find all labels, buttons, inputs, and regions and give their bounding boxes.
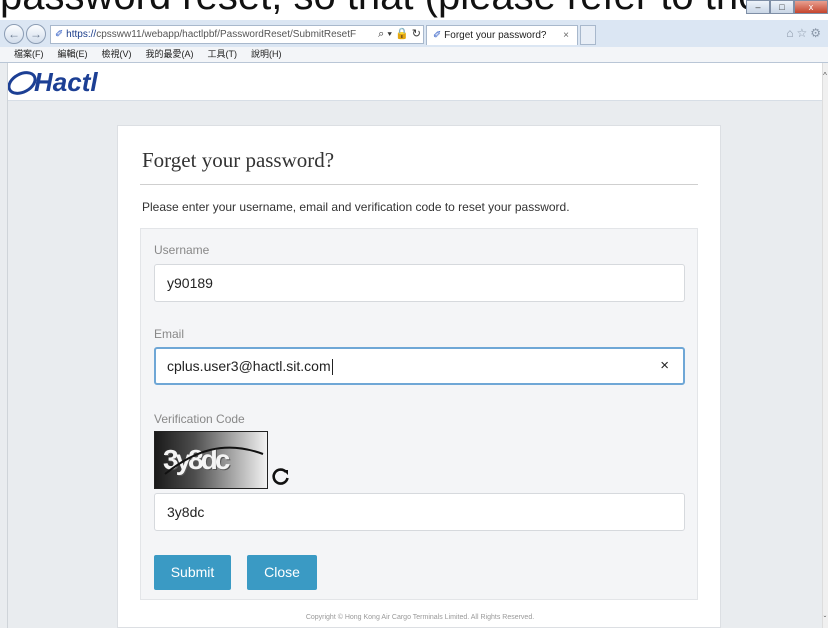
email-value: cplus.user3@hactl.sit.com — [167, 358, 331, 374]
logo-text: Hactl — [34, 67, 98, 97]
menu-item-tools[interactable]: 工具(T) — [208, 47, 238, 62]
username-label: Username — [154, 243, 210, 257]
menu-item-view[interactable]: 檢視(V) — [102, 47, 132, 62]
address-scheme: https:// — [66, 29, 97, 40]
page-header: Hactl — [0, 63, 822, 101]
minimize-button[interactable]: – — [746, 0, 770, 14]
menu-bar: 檔案(F) 編輯(E) 檢視(V) 我的最愛(A) 工具(T) 說明(H) — [0, 47, 828, 62]
instructions-text: Please enter your username, email and ve… — [142, 200, 570, 214]
menu-item-help[interactable]: 說明(H) — [251, 47, 282, 62]
captcha-image: 3y8dc — [154, 431, 268, 489]
menu-item-edit[interactable]: 編輯(E) — [58, 47, 88, 62]
email-label: Email — [154, 327, 185, 341]
verification-code-input[interactable]: 3y8dc — [154, 493, 685, 531]
back-icon[interactable]: ← — [4, 24, 24, 44]
email-input[interactable]: cplus.user3@hactl.sit.com × — [154, 347, 685, 385]
verification-label: Verification Code — [154, 412, 245, 426]
refresh-captcha-icon[interactable] — [271, 466, 291, 486]
menu-item-file[interactable]: 檔案(F) — [14, 47, 44, 62]
text-caret — [331, 359, 333, 376]
window-close-button[interactable]: x — [794, 0, 828, 14]
reset-form: Username y90189 Email cplus.user3@hactl.… — [140, 228, 698, 600]
navigation-bar: ← → ✐ https://cpssww11/webapp/hactlpbf/P… — [0, 22, 828, 46]
toolbar-icons[interactable]: ⌂☆⚙ — [786, 26, 824, 40]
address-actions-icon[interactable]: ⌕ ▾ 🔒 ↻ — [375, 26, 421, 43]
reset-password-card: Forget your password? Please enter your … — [117, 125, 721, 628]
username-input[interactable]: y90189 — [154, 264, 685, 302]
cropped-text-strip: password reset, so that (please refer to… — [0, 0, 828, 20]
forward-icon[interactable]: → — [26, 24, 46, 44]
scroll-down-icon[interactable]: ˇ — [822, 615, 828, 624]
address-path: cpssww11/webapp/hactlpbf/PasswordReset/S… — [96, 29, 357, 40]
close-button[interactable]: Close — [247, 555, 317, 590]
tab-forget-password[interactable]: ✐ Forget your password? × — [426, 25, 578, 45]
scroll-up-icon[interactable]: ^ — [822, 71, 828, 80]
title-divider — [140, 184, 698, 185]
cropped-text: password reset, so that (please refer to… — [0, 0, 828, 19]
hactl-logo[interactable]: Hactl — [6, 67, 98, 98]
tab-page-icon: ✐ — [433, 30, 445, 41]
vertical-scrollbar[interactable]: ^ ˇ — [822, 63, 828, 628]
verification-value: 3y8dc — [167, 504, 205, 520]
captcha-noise-line — [164, 446, 264, 475]
submit-button[interactable]: Submit — [154, 555, 231, 590]
copyright-text: Copyright © Hong Kong Air Cargo Terminal… — [305, 614, 535, 621]
menu-item-favorites[interactable]: 我的最愛(A) — [146, 47, 194, 62]
address-bar[interactable]: ✐ https://cpssww11/webapp/hactlpbf/Passw… — [50, 25, 424, 44]
tab-close-icon[interactable]: × — [563, 26, 569, 45]
username-value: y90189 — [167, 275, 213, 291]
left-gutter — [0, 63, 8, 628]
new-tab-button[interactable] — [580, 25, 596, 45]
clear-email-icon[interactable]: × — [660, 349, 669, 383]
page-icon: ✐ — [55, 29, 67, 40]
maximize-button[interactable]: □ — [770, 0, 794, 14]
tab-title: Forget your password? — [444, 30, 547, 41]
page-title: Forget your password? — [142, 148, 335, 172]
window-controls: – □ x — [746, 0, 828, 14]
